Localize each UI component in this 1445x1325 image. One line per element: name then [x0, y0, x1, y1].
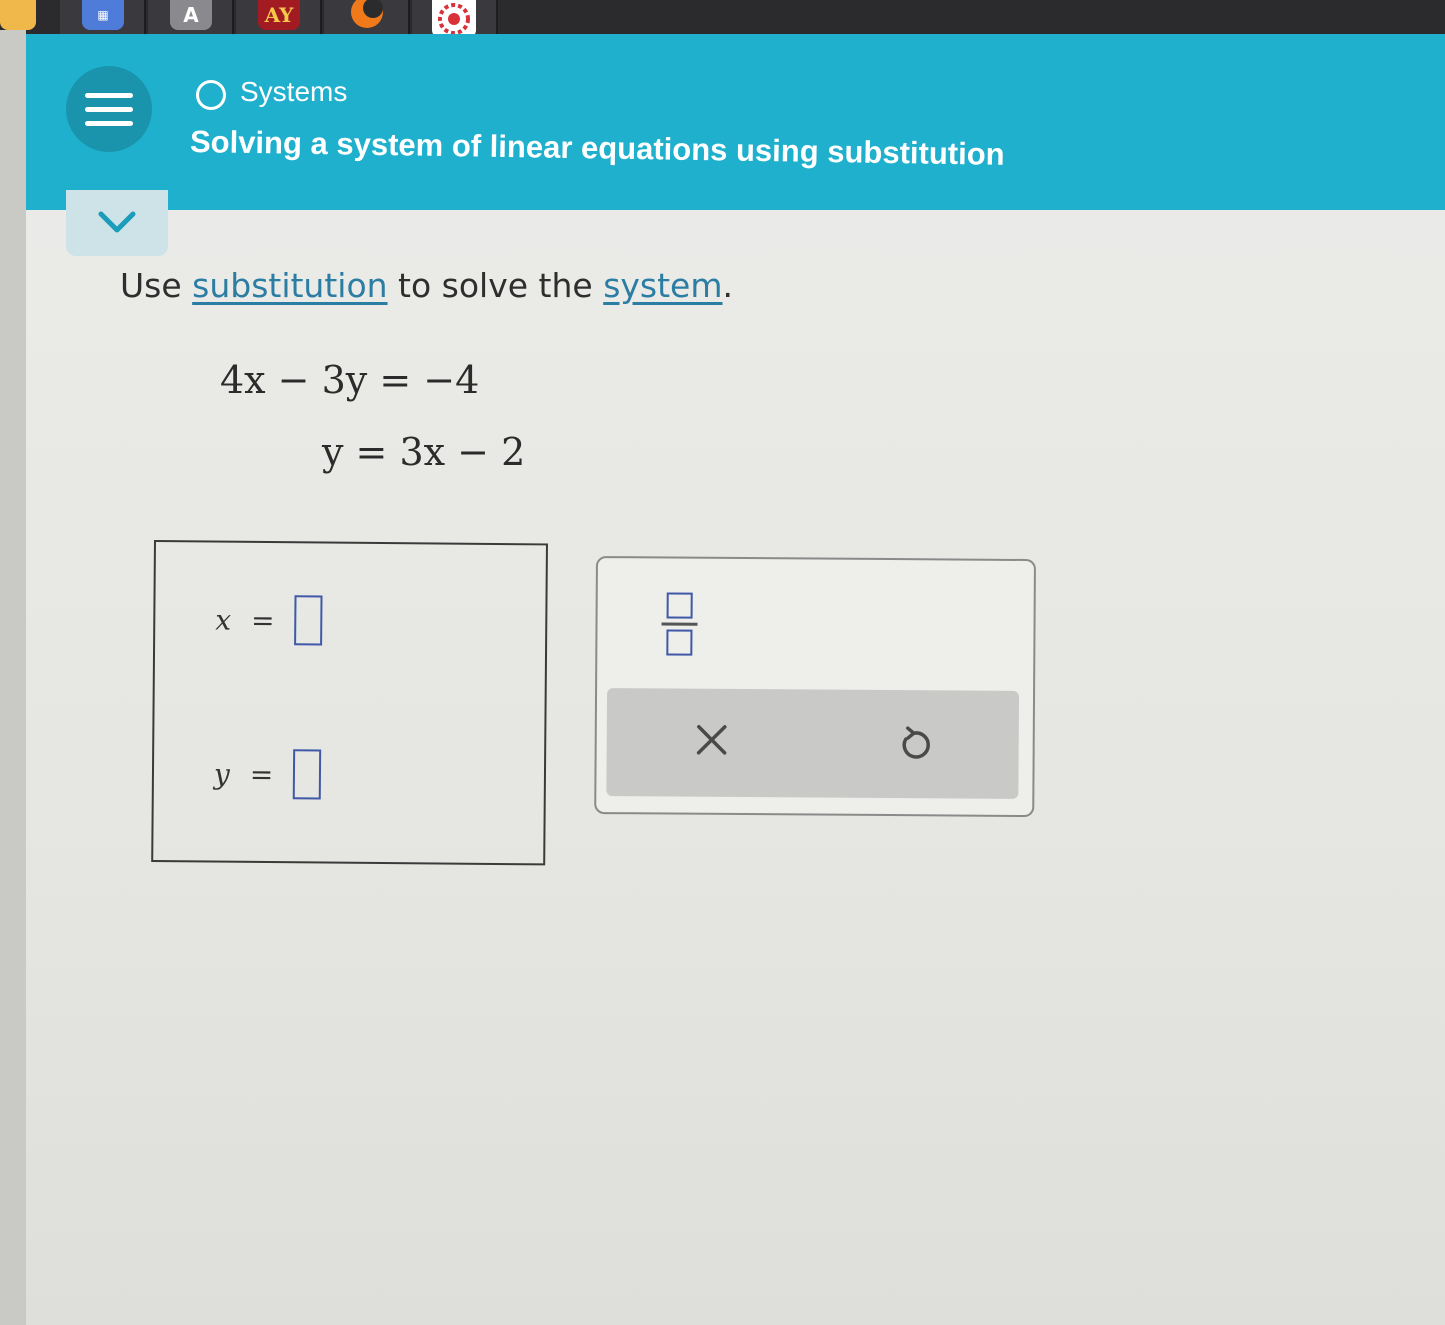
fraction-button[interactable]: [657, 588, 701, 658]
answer-row-x: x =: [215, 595, 323, 646]
menu-icon-bar: [85, 120, 133, 126]
undo-icon: [902, 726, 930, 759]
y-variable-label: y: [213, 757, 230, 791]
equation-1: 4x − 3y = −4: [220, 358, 480, 402]
topic-label: Systems: [240, 76, 348, 107]
bookmark-icon-6[interactable]: [432, 0, 476, 38]
math-keypad: [594, 556, 1036, 818]
bookmark-icon-4[interactable]: AY: [258, 0, 300, 30]
topic-status-circle-icon: [196, 80, 226, 110]
fraction-numerator-box: [666, 591, 693, 619]
x-variable-label: x: [215, 603, 232, 637]
instruction-suffix: .: [722, 266, 734, 305]
close-icon: [696, 724, 727, 755]
menu-icon-bar: [85, 106, 133, 112]
fraction-bar: [661, 621, 698, 626]
equation-2: y = 3x − 2: [322, 430, 526, 474]
clear-button[interactable]: [687, 715, 737, 765]
menu-button[interactable]: [66, 66, 152, 152]
answer-row-y: y =: [214, 749, 322, 800]
snowflake-icon: [438, 3, 470, 35]
bookmark-icon-2[interactable]: ▦: [82, 0, 124, 30]
system-link[interactable]: system: [603, 266, 722, 305]
equals-sign: =: [250, 603, 275, 637]
bookmark-icon-1[interactable]: [0, 0, 36, 30]
chevron-down-icon: [98, 211, 136, 233]
undo-button[interactable]: [889, 720, 939, 770]
instruction-prefix: Use: [120, 266, 193, 305]
bookmark-icon-3-label: A: [183, 3, 199, 27]
fraction-denominator-box: [666, 628, 693, 656]
collapse-button[interactable]: [66, 190, 168, 256]
bookmark-icon-4-label: AY: [264, 3, 294, 27]
answer-box: x = y =: [151, 540, 548, 866]
crescent-icon: [351, 0, 383, 28]
instruction-text: Use substitution to solve the system.: [120, 266, 733, 305]
x-answer-input[interactable]: [294, 595, 323, 646]
y-answer-input[interactable]: [293, 749, 322, 800]
menu-icon-bar: [85, 92, 133, 98]
bookmark-icon-3[interactable]: A: [170, 0, 212, 30]
equals-sign: =: [249, 757, 274, 791]
page: ▦ A AY Systems Solving a system of linea…: [0, 0, 1445, 1325]
bookmark-icon-5[interactable]: [346, 0, 388, 30]
topic-header: [26, 34, 1445, 210]
substitution-link[interactable]: substitution: [192, 266, 387, 305]
instruction-middle: to solve the: [387, 266, 604, 305]
left-margin: [0, 30, 26, 1325]
keypad-action-bar: [606, 688, 1020, 799]
